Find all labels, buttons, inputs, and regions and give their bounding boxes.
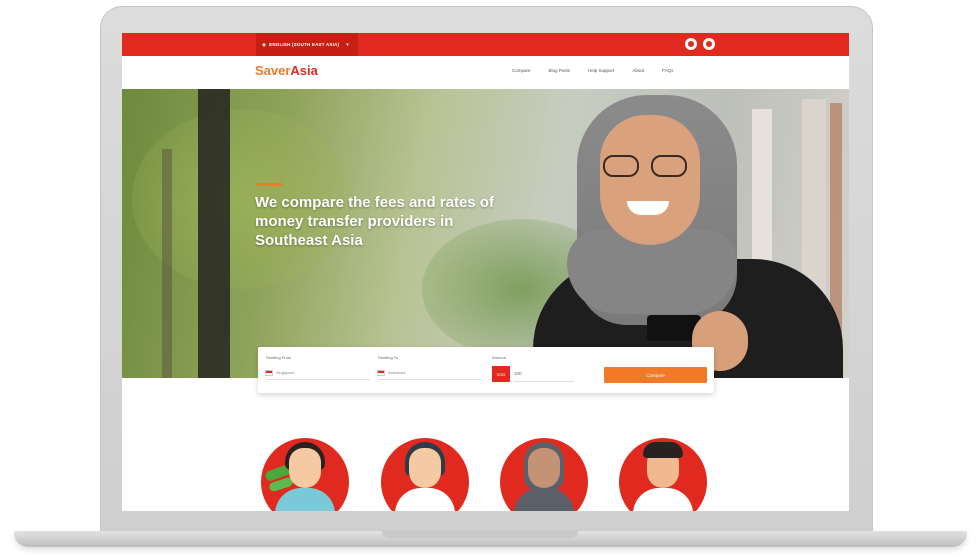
- chevron-down-icon: ▾: [346, 41, 349, 48]
- nav-item-faqs[interactable]: FAQs: [662, 68, 673, 73]
- hero-headline: We compare the fees and rates of money t…: [255, 194, 494, 249]
- globe-icon: ◉: [262, 41, 267, 47]
- sending-from-label: Sending From: [266, 355, 292, 360]
- user-avatar-2: [381, 438, 469, 511]
- saverasia-logo[interactable]: SaverAsia: [255, 63, 318, 78]
- hero-banner: We compare the fees and rates of money t…: [122, 89, 849, 378]
- logo-text-asia: Asia: [290, 63, 318, 78]
- sending-to-select[interactable]: Indonesia: [377, 366, 482, 380]
- language-selector[interactable]: ◉ ENGLISH (SOUTH EAST ASIA) ▾: [256, 33, 358, 56]
- amount-input[interactable]: 100: [514, 366, 574, 382]
- user-avatar-4: [619, 438, 707, 511]
- language-label: ENGLISH (SOUTH EAST ASIA): [269, 42, 340, 47]
- sending-to-field: Sending To Indonesia: [377, 355, 482, 380]
- user-avatar-1: [261, 438, 349, 511]
- amount-field: Amount SGD 100: [492, 355, 574, 382]
- nav-links: Compare Blog Posts Help Support About FA…: [512, 68, 673, 73]
- instagram-icon[interactable]: [703, 38, 715, 50]
- laptop-notch: [382, 531, 578, 538]
- hero-tree-trunk: [162, 149, 172, 378]
- sending-to-value: Indonesia: [388, 370, 406, 375]
- currency-select[interactable]: SGD: [492, 366, 510, 382]
- main-navbar: SaverAsia Compare Blog Posts Help Suppor…: [122, 56, 849, 89]
- sending-from-field: Sending From Singapore: [265, 355, 370, 380]
- facebook-icon[interactable]: [685, 38, 697, 50]
- browser-screen: ◉ ENGLISH (SOUTH EAST ASIA) ▾ SaverAsia …: [122, 33, 849, 511]
- flag-icon: [377, 369, 385, 376]
- sending-from-select[interactable]: Singapore: [265, 366, 370, 380]
- nav-item-compare[interactable]: Compare: [512, 68, 531, 73]
- logo-text-saver: Saver: [255, 63, 291, 78]
- top-bar: ◉ ENGLISH (SOUTH EAST ASIA) ▾: [122, 33, 849, 56]
- hero-accent-line: [256, 183, 282, 186]
- nav-item-blog[interactable]: Blog Posts: [549, 68, 571, 73]
- hero-tree-trunk: [198, 89, 230, 378]
- compare-form: Sending From Singapore Sending To Indone…: [258, 347, 714, 393]
- sending-from-value: Singapore: [276, 370, 295, 375]
- amount-label: Amount: [492, 355, 506, 360]
- flag-icon: [265, 369, 273, 376]
- sending-to-label: Sending To: [378, 355, 398, 360]
- compare-button[interactable]: Compare: [604, 367, 707, 383]
- nav-item-about[interactable]: About: [632, 68, 644, 73]
- avatars-row: [122, 428, 849, 511]
- hero-photo-woman: [527, 89, 847, 378]
- nav-item-help[interactable]: Help Support: [588, 68, 614, 73]
- user-avatar-3: [500, 438, 588, 511]
